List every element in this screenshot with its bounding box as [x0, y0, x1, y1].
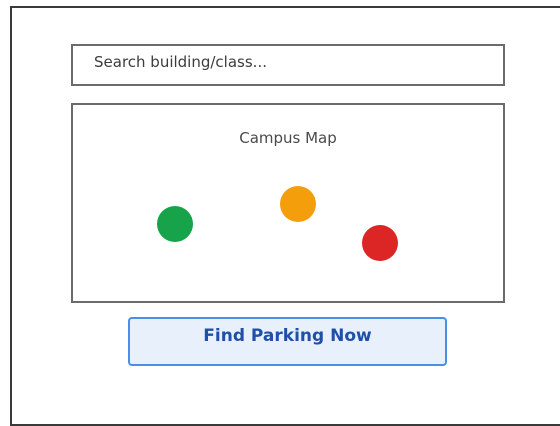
find-parking-button[interactable]: Find Parking Now	[128, 317, 447, 366]
orange-marker[interactable]	[280, 186, 316, 222]
red-marker[interactable]	[362, 225, 398, 261]
map-title: Campus Map	[239, 129, 337, 147]
search-placeholder: Search building/class...	[94, 52, 267, 71]
green-marker[interactable]	[157, 206, 193, 242]
campus-map[interactable]: Campus Map	[71, 103, 505, 303]
search-input[interactable]: Search building/class...	[71, 44, 505, 86]
